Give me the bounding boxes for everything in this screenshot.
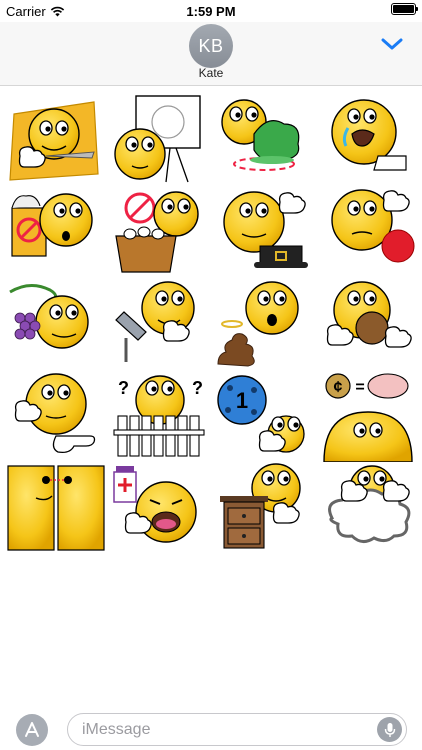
sticker-nightstand[interactable] bbox=[214, 462, 314, 554]
screen: Carrier 1:59 PM KB Kate ? ? 1 ¢ = iMessa… bbox=[0, 0, 422, 750]
question-mark-right: ? bbox=[192, 378, 203, 398]
conversation-header: KB Kate bbox=[0, 22, 422, 86]
status-bar: Carrier 1:59 PM bbox=[0, 0, 422, 22]
message-input[interactable] bbox=[82, 720, 362, 740]
ball-number-label: 1 bbox=[236, 388, 248, 413]
sticker-pointing[interactable] bbox=[6, 370, 106, 462]
app-store-icon bbox=[25, 722, 39, 737]
cent-symbol: ¢ bbox=[334, 379, 343, 396]
sticker-red-ball[interactable] bbox=[318, 186, 418, 278]
sticker-poop-halo[interactable] bbox=[214, 278, 314, 370]
avatar[interactable]: KB bbox=[189, 24, 233, 68]
sticker-medicine[interactable] bbox=[110, 462, 210, 554]
chevron-down-icon[interactable] bbox=[380, 36, 404, 52]
status-time: 1:59 PM bbox=[186, 4, 236, 19]
message-bar bbox=[0, 706, 422, 750]
sticker-ball-number[interactable]: 1 bbox=[214, 370, 314, 462]
sticker-cat-sign[interactable] bbox=[6, 186, 106, 278]
sticker-tree[interactable] bbox=[214, 94, 314, 186]
sticker-whiteboard[interactable] bbox=[110, 94, 210, 186]
contact-name[interactable]: Kate bbox=[0, 66, 422, 80]
microphone-button[interactable] bbox=[377, 717, 402, 742]
question-mark-left: ? bbox=[118, 378, 129, 398]
sticker-fence-question[interactable]: ? ? bbox=[110, 370, 210, 462]
sticker-eggs-basket[interactable] bbox=[110, 186, 210, 278]
sticker-cookie[interactable] bbox=[318, 278, 418, 370]
sticker-knife[interactable] bbox=[6, 94, 106, 186]
sticker-cloud-sign[interactable] bbox=[318, 462, 418, 554]
sticker-pilgrim-hat[interactable] bbox=[214, 186, 314, 278]
battery-icon bbox=[391, 3, 418, 15]
sticker-crying[interactable] bbox=[318, 94, 418, 186]
battery-fill bbox=[393, 5, 414, 13]
equals-symbol: = bbox=[355, 379, 364, 396]
sticker-double-face[interactable] bbox=[6, 462, 106, 554]
status-right bbox=[391, 3, 418, 15]
microphone-icon bbox=[384, 722, 395, 737]
sticker-cent-brain[interactable]: ¢ = bbox=[318, 370, 418, 463]
sticker-drill[interactable] bbox=[110, 278, 210, 370]
message-input-box[interactable] bbox=[67, 713, 407, 746]
sticker-grapes[interactable] bbox=[6, 278, 106, 370]
app-store-button[interactable] bbox=[16, 714, 48, 746]
